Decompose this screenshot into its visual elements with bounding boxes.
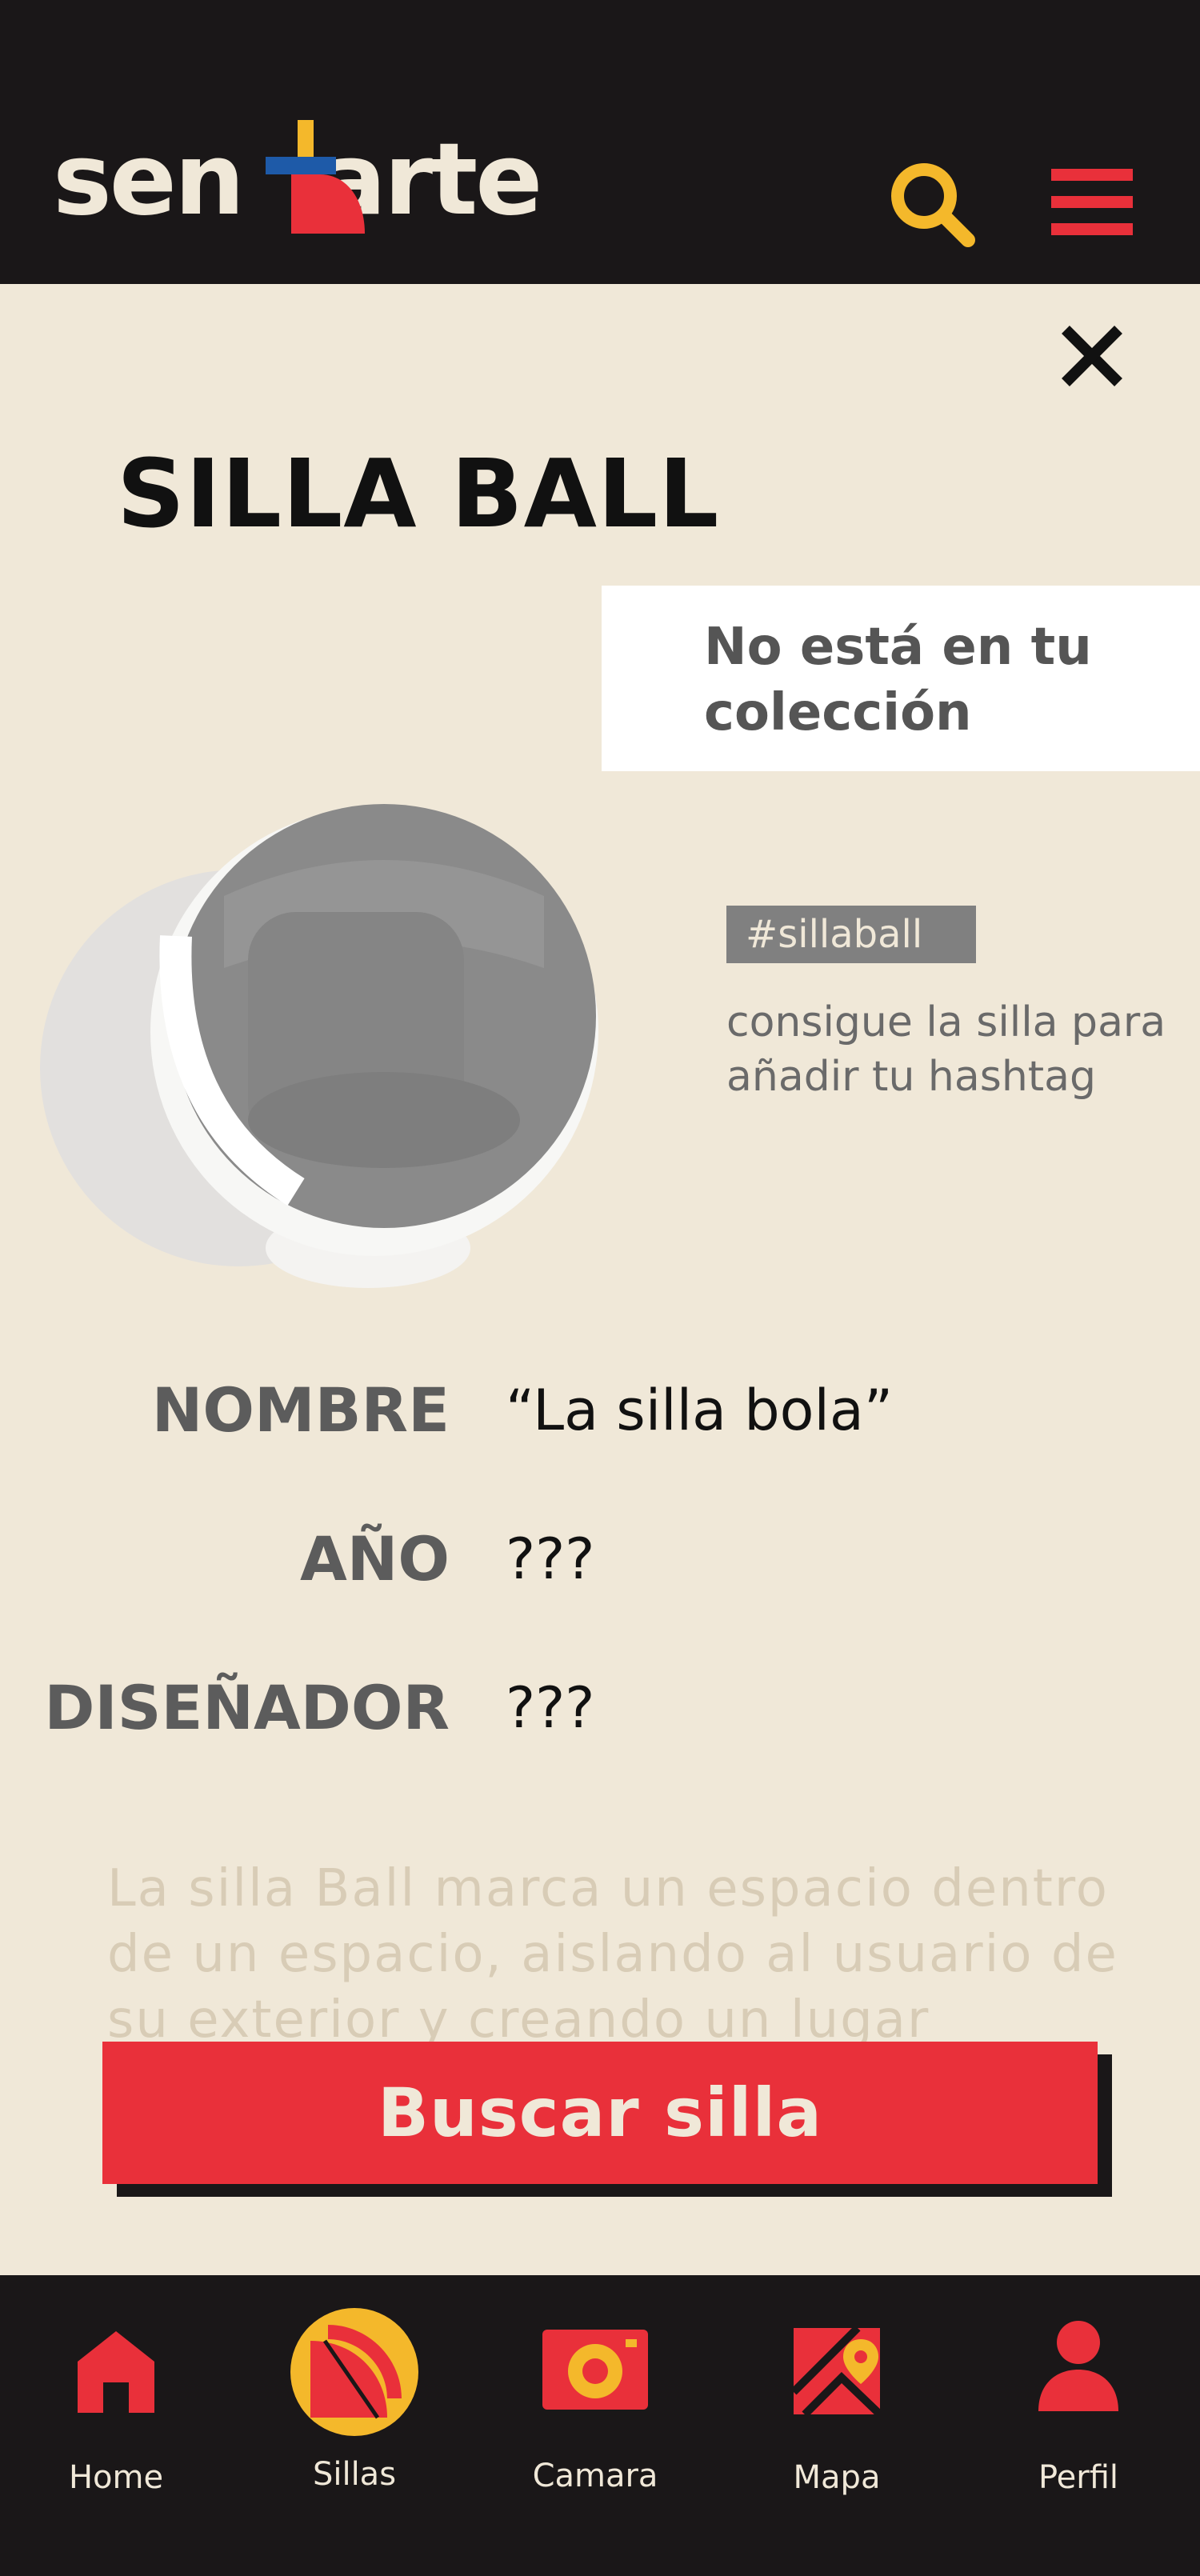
field-value-year: ??? — [506, 1526, 595, 1592]
search-icon[interactable] — [888, 160, 976, 248]
bottom-navigation: Home Sillas Camara Mapa Perfil — [0, 2275, 1200, 2576]
chair-icon — [290, 2308, 418, 2436]
collection-status-banner: No está en tu colección — [602, 586, 1200, 771]
field-value-designer: ??? — [506, 1675, 595, 1741]
camera-icon — [542, 2330, 648, 2410]
hamburger-menu-icon[interactable] — [1048, 164, 1136, 240]
nav-item-mapa[interactable]: Mapa — [749, 2275, 925, 2576]
field-label-designer: DISEÑADOR — [44, 1672, 450, 1743]
nav-item-home[interactable]: Home — [28, 2275, 204, 2576]
close-icon[interactable] — [1058, 322, 1126, 390]
nav-item-camara[interactable]: Camara — [507, 2275, 683, 2576]
nav-label-sillas: Sillas — [312, 2456, 397, 2493]
hashtag-hint: consigue la silla para añadir tu hashtag — [726, 998, 1166, 1101]
nav-item-sillas[interactable]: Sillas — [266, 2275, 442, 2576]
chair-description: La silla Ball marca un espacio dentro de… — [107, 1859, 1118, 2042]
nav-item-perfil[interactable]: Perfil — [990, 2275, 1166, 2576]
logo-mark-icon — [266, 120, 365, 234]
nav-label-home: Home — [68, 2459, 164, 2496]
nav-label-perfil: Perfil — [1038, 2459, 1119, 2496]
page-title: SILLA BALL — [117, 438, 720, 549]
nav-label-camara: Camara — [532, 2458, 658, 2494]
app-logo[interactable]: sen arte — [53, 120, 597, 240]
field-label-name: NOMBRE — [151, 1374, 450, 1446]
map-icon — [794, 2328, 880, 2414]
chair-image — [40, 804, 598, 1288]
nav-label-mapa: Mapa — [793, 2459, 881, 2496]
profile-icon — [1038, 2321, 1118, 2411]
field-value-name: “La silla bola” — [506, 1378, 894, 1443]
search-chair-button[interactable]: Buscar silla — [102, 2042, 1098, 2184]
collection-status-text: No está en tu colección — [704, 618, 1092, 742]
field-label-year: AÑO — [299, 1523, 450, 1594]
hashtag-badge: #sillaball — [726, 906, 976, 963]
home-icon — [78, 2331, 154, 2413]
app-header: sen arte — [0, 0, 1200, 284]
